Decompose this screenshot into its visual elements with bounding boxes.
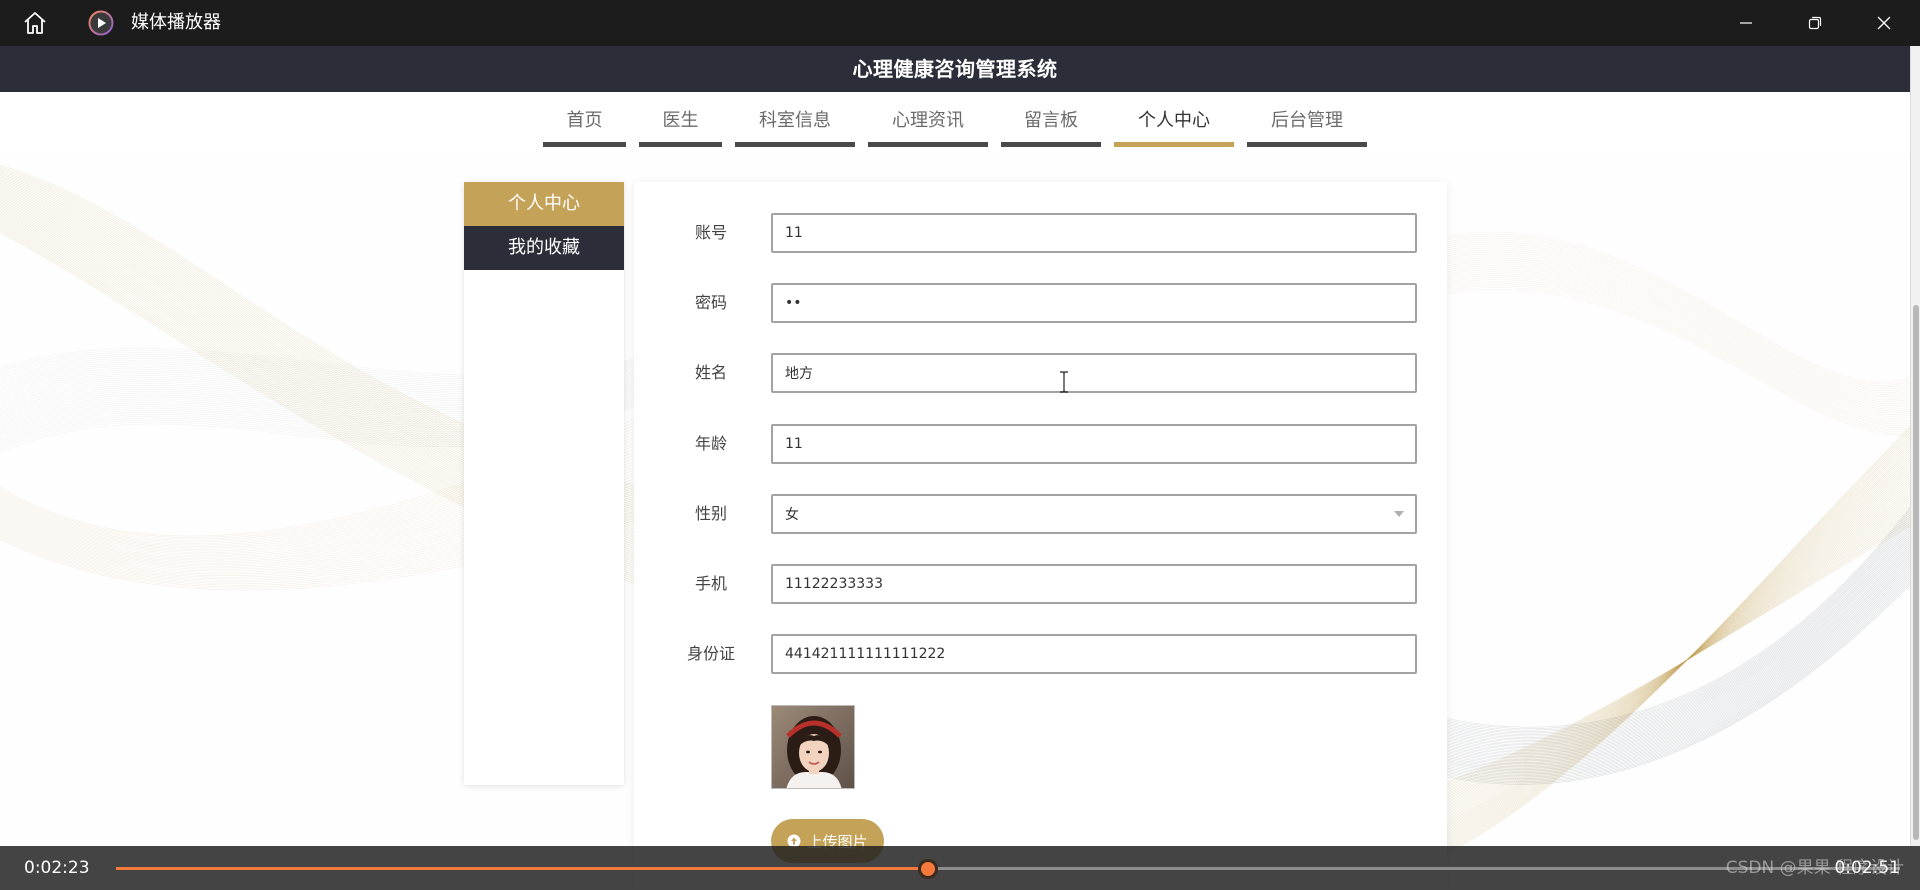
field-label-password: 密码: [694, 293, 727, 313]
name-field[interactable]: [771, 353, 1417, 394]
field-label-age: 年龄: [694, 433, 727, 453]
main-nav: 首页 医生 科室信息 心理资讯 留言板 个人中心 后台管理: [0, 92, 1910, 157]
nav-underline: [639, 142, 722, 147]
field-label-name: 姓名: [694, 363, 727, 383]
nav-item-admin[interactable]: 后台管理: [1247, 92, 1367, 147]
gender-select[interactable]: 女: [771, 493, 1417, 534]
restore-icon: [1808, 16, 1822, 30]
decorative-wave-line: [1439, 506, 1910, 728]
account-field[interactable]: [771, 213, 1417, 253]
field-label-account: 账号: [694, 223, 727, 242]
decorative-wave-line: [1439, 508, 1910, 799]
nav-item-personal-center[interactable]: 个人中心: [1114, 92, 1234, 147]
nav-underline: [868, 142, 988, 147]
sidebar-item-favorites[interactable]: 我的收藏: [464, 226, 624, 270]
decorative-wave-line: [1439, 536, 1910, 750]
player-app-title: 媒体播放器: [131, 12, 221, 33]
sidebar: 个人中心 我的收藏: [464, 182, 624, 785]
restore-button[interactable]: [1786, 0, 1844, 46]
site-title: 心理健康咨询管理系统: [852, 57, 1058, 81]
player-controls: 0:02:23 0:02:51 CSDN @果果 程序设计: [0, 846, 1920, 890]
form-row-password: 密码: [634, 283, 1447, 324]
decorative-wave-line: [1439, 505, 1910, 800]
gender-select-value: 女: [785, 506, 799, 523]
nav-underline: [1001, 142, 1101, 147]
field-label-id-card: 身份证: [686, 644, 735, 664]
nav-item-message-board[interactable]: 留言板: [1001, 92, 1101, 147]
id-card-field[interactable]: [771, 634, 1417, 675]
nav-underline: [1247, 142, 1367, 147]
field-label-gender: 性别: [694, 503, 727, 523]
nav-item-psych-news[interactable]: 心理资讯: [868, 92, 988, 147]
decorative-wave-line: [1439, 534, 1910, 748]
chevron-down-icon: [1394, 510, 1404, 517]
decorative-wave-line: [1439, 519, 1910, 791]
home-icon: [24, 12, 46, 34]
home-button[interactable]: [20, 9, 50, 37]
profile-form-panel: 账号 密码 姓名 年龄 性别 女 手机 身份证: [634, 182, 1447, 890]
form-row-id-card: 身份证: [634, 634, 1447, 675]
scrollbar-thumb[interactable]: [1913, 305, 1919, 840]
avatar-image: [771, 705, 855, 789]
progress-track[interactable]: [116, 858, 1900, 879]
form-row-phone: 手机: [634, 563, 1447, 604]
close-icon: [1877, 16, 1891, 30]
nav-underline: [735, 142, 855, 147]
close-button[interactable]: [1855, 0, 1913, 46]
progress-knob[interactable]: [917, 858, 938, 879]
nav-underline: [1114, 142, 1234, 147]
scrollbar[interactable]: [1910, 46, 1920, 846]
form-row-name: 姓名: [634, 353, 1447, 394]
nav-item-doctors[interactable]: 医生: [639, 92, 722, 147]
minimize-button[interactable]: [1717, 0, 1775, 46]
password-field[interactable]: [771, 283, 1417, 324]
player-title-bar: 媒体播放器: [0, 0, 1920, 46]
play-icon: [88, 10, 114, 36]
decorative-wave-line: [1439, 271, 1910, 419]
profile-form: 账号 密码 姓名 年龄 性别 女 手机 身份证: [634, 213, 1447, 704]
current-time: 0:02:23: [24, 858, 90, 878]
sidebar-item-personal-center[interactable]: 个人中心: [464, 182, 624, 226]
form-row-gender: 性别 女: [634, 493, 1447, 534]
decorative-wave-line: [1439, 269, 1910, 417]
text-cursor-icon: [1060, 371, 1068, 393]
watermark: CSDN @果果 程序设计: [1725, 858, 1904, 878]
nav-item-home[interactable]: 首页: [543, 92, 626, 147]
age-field[interactable]: [771, 423, 1417, 464]
nav-underline: [543, 142, 626, 147]
form-row-account: 账号: [634, 213, 1447, 253]
minimize-icon: [1740, 22, 1752, 24]
phone-field[interactable]: [771, 563, 1417, 604]
progress-fill: [116, 867, 928, 870]
form-row-age: 年龄: [634, 423, 1447, 464]
decorative-wave-line: [1439, 570, 1910, 775]
nav-item-departments[interactable]: 科室信息: [735, 92, 855, 147]
decorative-wave-line: [1439, 281, 1910, 429]
decorative-wave-line: [1439, 457, 1910, 835]
field-label-phone: 手机: [694, 573, 727, 593]
site-header: 心理健康咨询管理系统: [0, 46, 1910, 92]
decorative-wave-line: [1439, 455, 1910, 837]
